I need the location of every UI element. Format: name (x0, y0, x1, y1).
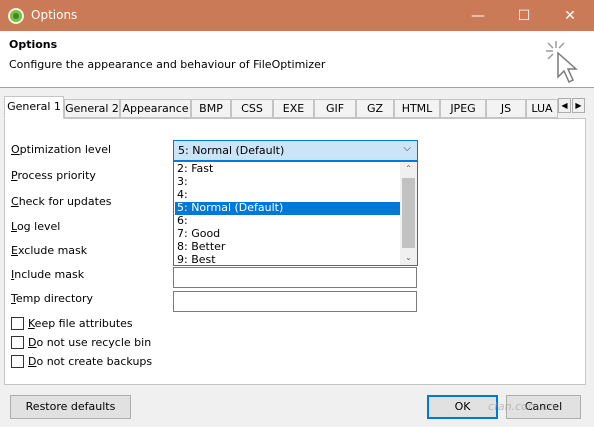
tab-gz[interactable]: GZ (356, 99, 394, 118)
tab-html[interactable]: HTML (394, 99, 440, 118)
maximize-button[interactable]: ☐ (501, 0, 547, 31)
tab-lua[interactable]: LUA (526, 99, 558, 118)
checkbox-box[interactable] (11, 317, 24, 330)
scroll-up-icon[interactable]: ⌃ (400, 162, 417, 176)
watermark: cfan.com.cn (488, 400, 556, 413)
chevron-down-icon[interactable]: ⌵ (403, 143, 411, 154)
checkbox-label: Do not use recycle bin (28, 336, 152, 349)
tab-appearance[interactable]: Appearance (120, 99, 191, 118)
scroll-down-icon[interactable]: ⌄ (400, 251, 417, 265)
scrollbar-thumb[interactable] (402, 178, 415, 248)
app-icon (8, 8, 24, 24)
tab-exe[interactable]: EXE (273, 99, 314, 118)
tab-jpeg[interactable]: JPEG (440, 99, 486, 118)
tab-css[interactable]: CSS (231, 99, 273, 118)
keep-file-attributes-checkbox[interactable]: Keep file attributes (11, 317, 133, 330)
title-bar: Options — ☐ ✕ (0, 0, 594, 31)
window-title: Options (31, 8, 78, 22)
no-backups-checkbox[interactable]: Do not create backups (11, 355, 152, 368)
dropdown-scrollbar[interactable]: ⌃ ⌄ (400, 162, 417, 265)
temp-directory-input[interactable] (173, 291, 417, 312)
process-priority-label: Process priority (11, 169, 96, 182)
tab-bmp[interactable]: BMP (191, 99, 231, 118)
optimization-level-select[interactable]: 5: Normal (Default) ⌵ (173, 140, 418, 161)
optimization-level-value: 5: Normal (Default) (178, 144, 285, 157)
restore-defaults-button[interactable]: Restore defaults (10, 395, 131, 419)
checkbox-label: Do not create backups (28, 355, 153, 368)
close-button[interactable]: ✕ (547, 0, 593, 31)
tab-scroll-right-button[interactable]: ▶ (572, 98, 585, 113)
include-mask-label: Include mask (11, 268, 85, 281)
no-recycle-bin-checkbox[interactable]: Do not use recycle bin (11, 336, 151, 349)
exclude-mask-label: Exclude mask (11, 244, 88, 257)
optimization-level-dropdown: 2: Fast 3: 4: 5: Normal (Default) 6: 7: … (173, 161, 418, 266)
optimization-level-label: Optimization level (11, 143, 112, 156)
checkbox-label: Keep file attributes (28, 317, 133, 330)
log-level-label: Log level (11, 220, 61, 233)
tab-scroll-left-button[interactable]: ◀ (558, 98, 571, 113)
click-cursor-icon (546, 41, 578, 84)
tab-general-2[interactable]: General 2 (64, 99, 120, 118)
dropdown-option-selected[interactable]: 5: Normal (Default) (175, 202, 401, 215)
checkbox-box[interactable] (11, 336, 24, 349)
checkbox-box[interactable] (11, 355, 24, 368)
tab-gif[interactable]: GIF (314, 99, 356, 118)
dialog-header: Options Configure the appearance and beh… (0, 31, 594, 88)
temp-directory-label: Temp directory (11, 292, 94, 305)
tab-general-1[interactable]: General 1 (4, 96, 64, 119)
dropdown-option[interactable]: 9: Best (175, 254, 401, 267)
check-updates-label: Check for updates (11, 195, 112, 208)
minimize-button[interactable]: — (455, 0, 501, 31)
dropdown-option[interactable]: 2: Fast (175, 163, 401, 176)
header-subtitle: Configure the appearance and behaviour o… (9, 58, 326, 71)
header-title: Options (9, 38, 58, 51)
tab-js[interactable]: JS (486, 99, 526, 118)
dropdown-option[interactable]: 3: (175, 176, 401, 189)
include-mask-input[interactable] (173, 267, 417, 288)
